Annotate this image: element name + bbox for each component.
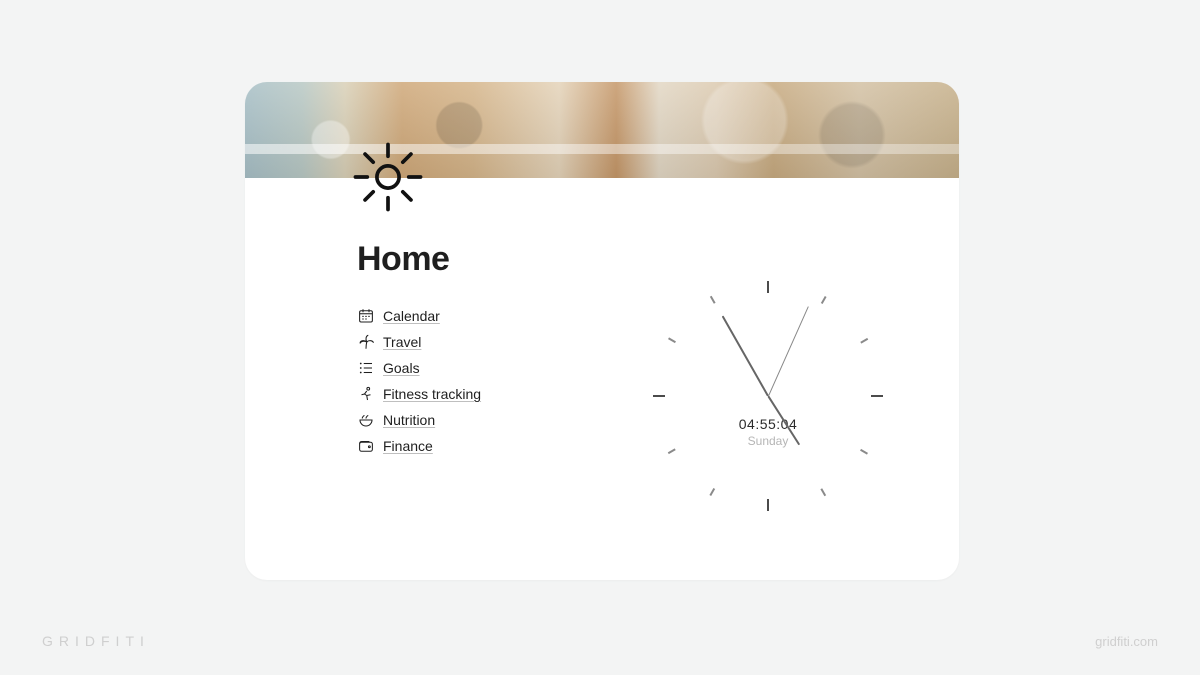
clock-tick (710, 488, 715, 496)
link-finance[interactable]: Finance (357, 437, 567, 455)
link-label: Nutrition (383, 412, 435, 428)
clock-day: Sunday (748, 434, 789, 448)
clock-tick (767, 499, 769, 511)
link-label: Goals (383, 360, 420, 376)
clock-tick (710, 296, 715, 304)
clock-tick (860, 449, 868, 454)
page-icon[interactable] (351, 140, 425, 214)
wallet-icon (357, 437, 375, 455)
page-content: Home Calendar Travel (357, 240, 929, 580)
link-label: Fitness tracking (383, 386, 481, 402)
clock-tick (653, 395, 665, 397)
columns: Calendar Travel Goals (357, 307, 929, 511)
link-label: Calendar (383, 308, 440, 324)
clock-tick (767, 281, 769, 293)
bowl-icon (357, 411, 375, 429)
page-title: Home (357, 240, 929, 279)
link-fitness[interactable]: Fitness tracking (357, 385, 567, 403)
brand-url: gridfiti.com (1095, 634, 1158, 649)
link-nutrition[interactable]: Nutrition (357, 411, 567, 429)
palm-tree-icon (357, 333, 375, 351)
clock-tick (668, 449, 676, 454)
running-icon (357, 385, 375, 403)
link-calendar[interactable]: Calendar (357, 307, 567, 325)
clock-widget: 04:55:04 Sunday (607, 307, 929, 511)
clock-tick (821, 296, 826, 304)
link-label: Travel (383, 334, 421, 350)
link-travel[interactable]: Travel (357, 333, 567, 351)
list-icon (357, 359, 375, 377)
link-label: Finance (383, 438, 433, 454)
sun-icon (351, 140, 425, 214)
analog-clock: 04:55:04 Sunday (653, 281, 883, 511)
link-goals[interactable]: Goals (357, 359, 567, 377)
clock-tick (871, 395, 883, 397)
brand-wordmark: GRIDFITI (42, 633, 150, 649)
clock-minute-hand (722, 316, 769, 397)
calendar-icon (357, 307, 375, 325)
clock-tick (668, 338, 676, 343)
clock-tick (860, 338, 868, 343)
clock-tick (821, 488, 826, 496)
clock-second-hand (768, 306, 809, 396)
notion-page-card: Home Calendar Travel (245, 82, 959, 580)
page-links: Calendar Travel Goals (357, 307, 567, 511)
